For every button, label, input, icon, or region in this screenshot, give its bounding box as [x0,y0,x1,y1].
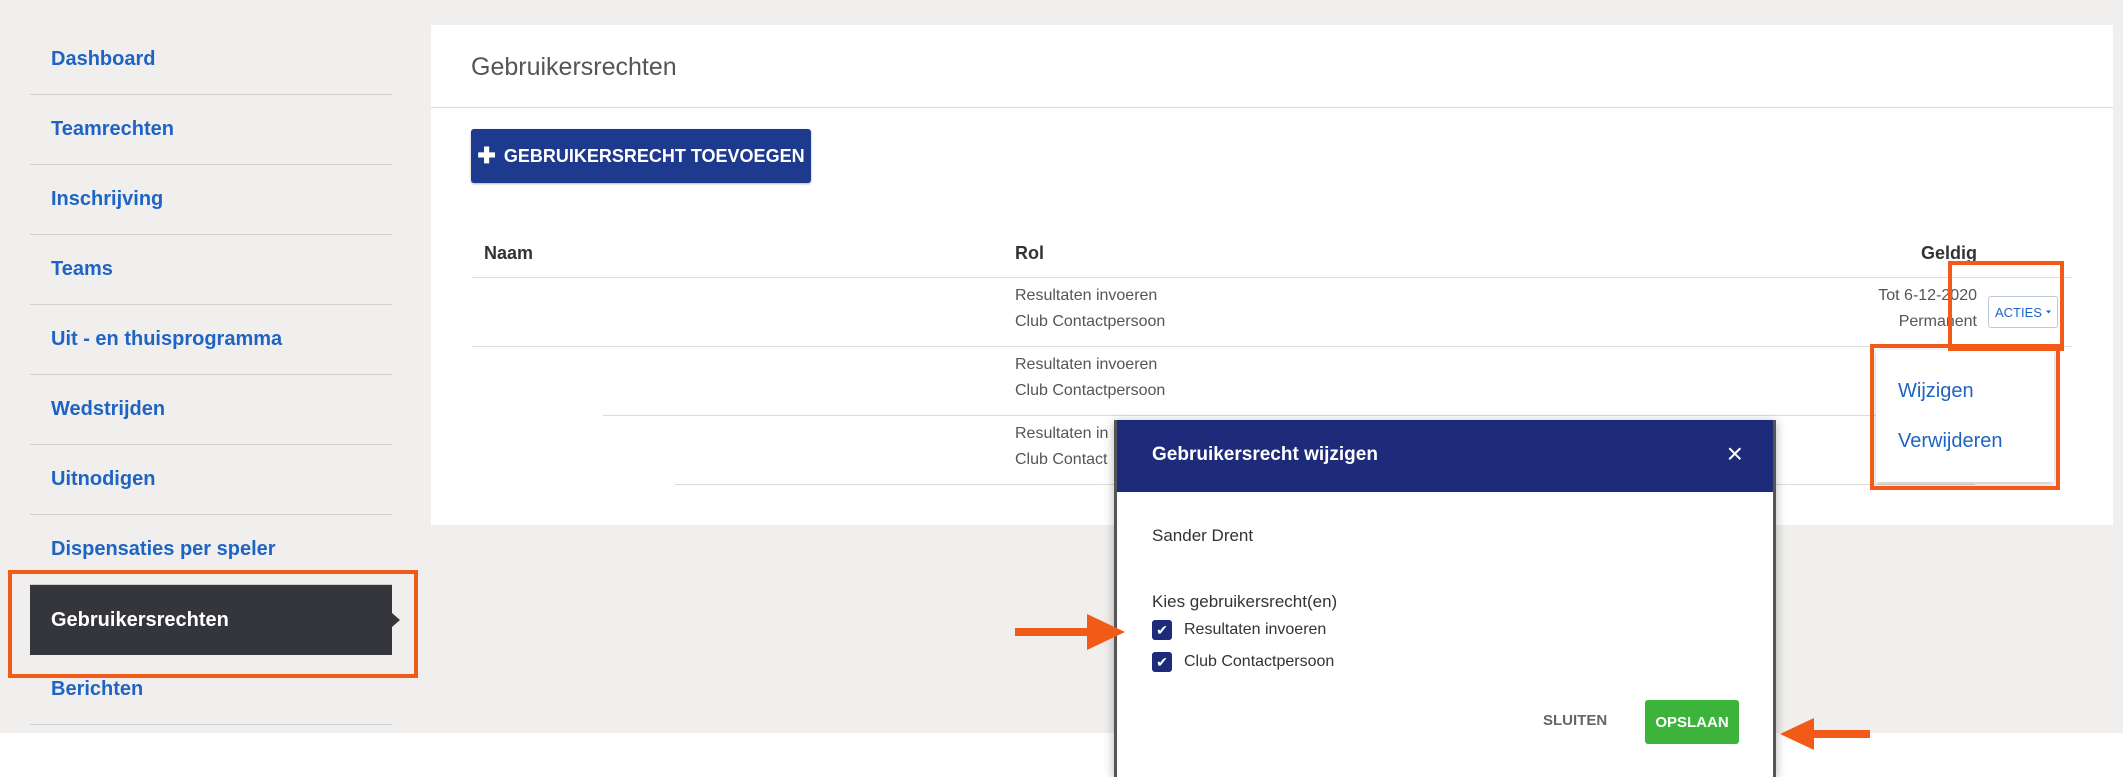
sidebar-item-teamrechten[interactable]: Teamrechten [30,95,392,165]
table-cell-role: Resultaten in [1015,425,1109,442]
table-header-divider [472,277,2072,278]
sidebar-item-uitnodigen[interactable]: Uitnodigen [30,445,392,515]
close-icon[interactable]: × [1727,438,1743,470]
modal-title: Gebruikersrecht wijzigen [1152,444,1378,465]
table-cell-role: Resultaten invoeren [1015,287,1158,304]
column-header-valid: Geldig [1920,243,1977,263]
table-row-1-valid: Tot 6-12-2020 Permanent [1747,283,1977,335]
arrow-right-icon [1015,614,1125,650]
column-header-role: Rol [1015,243,1044,263]
plus-icon: ✚ [477,143,496,168]
edit-user-right-modal: Gebruikersrecht wijzigen × Sander Drent … [1114,420,1776,777]
table-row-divider [472,346,2072,347]
title-divider [431,107,2113,108]
choose-rights-label: Kies gebruikersrecht(en) [1152,592,1338,611]
table-row-divider [603,415,2033,416]
add-user-right-label: GEBRUIKERSRECHT TOEVOEGEN [503,145,805,166]
column-header-name: Naam [484,243,534,263]
page-title: Gebruikersrechten [471,53,677,81]
sidebar-item-teams[interactable]: Teams [30,235,392,305]
table-row-3-roles: Resultaten in Club Contact [1015,421,1108,473]
sidebar-item-wedstrijden[interactable]: Wedstrijden [30,375,392,445]
sidebar-item-uit-en-thuisprogramma[interactable]: Uit - en thuisprogramma [30,305,392,375]
table-row-1-roles: Resultaten invoeren Club Contactpersoon [1015,283,1165,335]
table-cell-valid: Permanent [1898,313,1977,330]
table-cell-role: Club Contact [1015,451,1108,468]
highlight-box-actions [1948,261,2064,351]
table-cell-valid: Tot 6-12-2020 [1878,287,1977,304]
arrow-left-icon [1780,718,1870,750]
option-label: Club Contactpersoon [1184,653,1335,670]
table-cell-role: Resultaten invoeren [1015,356,1158,373]
save-button[interactable]: OPSLAAN [1645,700,1739,744]
table-cell-role: Club Contactpersoon [1015,382,1166,399]
modal-header: Gebruikersrecht wijzigen × [1117,420,1773,492]
option-club-contactpersoon[interactable]: ✔ Club Contactpersoon [1152,652,1334,672]
option-label: Resultaten invoeren [1184,621,1327,638]
sidebar-item-inschrijving[interactable]: Inschrijving [30,165,392,235]
table-cell-role: Club Contactpersoon [1015,313,1166,330]
close-button[interactable]: SLUITEN [1543,712,1607,729]
highlight-box-dropdown [1870,344,2060,490]
add-user-right-button[interactable]: ✚ GEBRUIKERSRECHT TOEVOEGEN [471,129,811,183]
checkmark-icon[interactable]: ✔ [1152,620,1172,640]
sidebar-item-dashboard[interactable]: Dashboard [30,25,392,95]
option-resultaten-invoeren[interactable]: ✔ Resultaten invoeren [1152,620,1326,640]
highlight-box-sidebar [8,570,418,678]
checkmark-icon[interactable]: ✔ [1152,652,1172,672]
user-name: Sander Drent [1152,526,1254,545]
table-row-2-roles: Resultaten invoeren Club Contactpersoon [1015,352,1165,404]
